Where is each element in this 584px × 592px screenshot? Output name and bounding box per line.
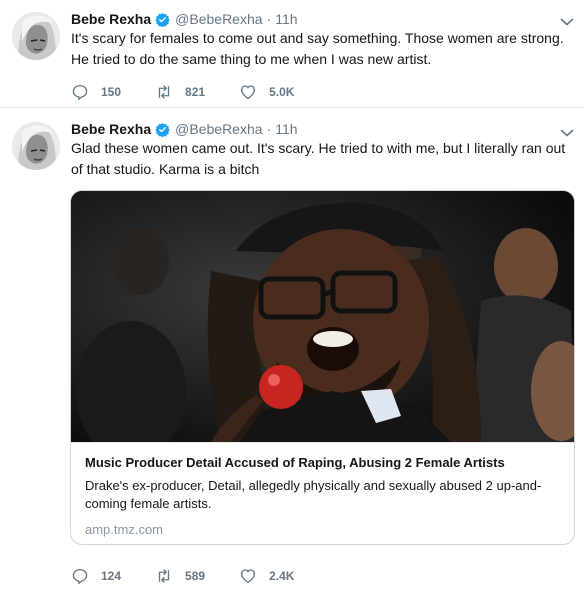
verified-badge-icon — [155, 12, 170, 27]
tweet[interactable]: Bebe Rexha @BebeRexha · 11h It's scary f… — [0, 0, 584, 108]
like-count: 2.4K — [269, 569, 295, 583]
like-button[interactable]: 5.0K — [239, 83, 294, 101]
reply-count: 124 — [101, 569, 122, 583]
tweet[interactable]: Bebe Rexha @BebeRexha · 11h Glad these w… — [0, 108, 584, 592]
like-count: 5.0K — [269, 85, 295, 99]
retweet-count: 589 — [185, 569, 206, 583]
card-description: Drake's ex-producer, Detail, allegedly p… — [85, 478, 542, 511]
reply-button[interactable]: 150 — [71, 83, 121, 101]
link-card[interactable]: Music Producer Detail Accused of Raping,… — [70, 190, 575, 545]
heart-icon — [241, 569, 256, 584]
reply-icon — [72, 84, 88, 101]
separator-dot: · — [266, 11, 272, 27]
display-name[interactable]: Bebe Rexha — [71, 11, 151, 27]
reply-button[interactable]: 124 — [71, 567, 121, 585]
tweet-text: Glad these women came out. It's scary. H… — [71, 140, 566, 177]
retweet-icon — [158, 85, 170, 99]
retweet-icon — [158, 569, 170, 583]
chevron-down-icon[interactable] — [560, 125, 574, 137]
card-domain: amp.tmz.com — [85, 522, 164, 537]
reply-count: 150 — [101, 85, 122, 99]
display-name[interactable]: Bebe Rexha — [71, 121, 151, 137]
timestamp[interactable]: 11h — [275, 121, 297, 137]
heart-icon — [241, 85, 256, 100]
card-image[interactable] — [71, 191, 574, 442]
separator-dot: · — [266, 121, 272, 137]
verified-badge-icon — [155, 122, 170, 137]
retweet-button[interactable]: 821 — [155, 83, 205, 101]
chevron-down-icon[interactable] — [560, 14, 574, 26]
user-handle[interactable]: @BebeRexha — [175, 11, 262, 27]
tweet-text: It's scary for females to come out and s… — [71, 30, 564, 67]
tweet-actions: 124 589 2.4K — [71, 566, 328, 586]
timestamp[interactable]: 11h — [275, 11, 297, 27]
user-handle[interactable]: @BebeRexha — [175, 121, 262, 137]
card-body[interactable]: Music Producer Detail Accused of Raping,… — [71, 442, 574, 544]
tweet-header: Bebe Rexha @BebeRexha · 11h — [71, 120, 298, 138]
tweet-actions: 150 821 5.0K — [71, 82, 328, 102]
card-title[interactable]: Music Producer Detail Accused of Raping,… — [85, 454, 560, 472]
like-button[interactable]: 2.4K — [239, 567, 294, 585]
retweet-count: 821 — [185, 85, 206, 99]
avatar[interactable] — [12, 122, 60, 170]
retweet-button[interactable]: 589 — [155, 567, 205, 585]
tweet-header: Bebe Rexha @BebeRexha · 11h — [71, 10, 298, 28]
reply-icon — [72, 568, 88, 585]
avatar[interactable] — [12, 12, 60, 60]
